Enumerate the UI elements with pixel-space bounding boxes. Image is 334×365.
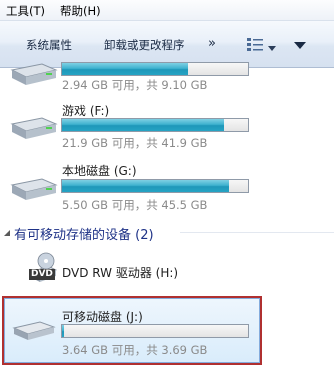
- drive-name: 可移动磁盘 (J:): [62, 310, 143, 324]
- collapse-triangle-icon[interactable]: [3, 226, 11, 240]
- drive-usage-bar: [61, 62, 249, 76]
- drive-usage-fill: [62, 180, 230, 192]
- section-divider: [180, 232, 334, 233]
- drive-usage-bar: [61, 179, 249, 193]
- drive-space-text: 21.9 GB 可用，共 41.9 GB: [62, 136, 208, 150]
- more-commands-button[interactable]: »: [208, 36, 216, 51]
- command-bar: 系统属性 卸载或更改程序 »: [0, 21, 334, 68]
- hard-drive-icon: [8, 116, 58, 145]
- system-properties-button[interactable]: 系统属性: [26, 37, 72, 53]
- hard-drive-icon: [8, 177, 58, 206]
- drive-usage-fill: [62, 325, 64, 337]
- section-header-removable[interactable]: 有可移动存储的设备 (2): [14, 224, 154, 243]
- hard-drive-icon: [8, 62, 58, 91]
- drive-name: DVD RW 驱动器 (H:): [62, 266, 179, 280]
- menu-bar: 工具(T) 帮助(H): [0, 0, 334, 21]
- drive-name: 本地磁盘 (G:): [62, 164, 137, 178]
- menu-tools[interactable]: 工具(T): [6, 3, 45, 19]
- view-options-icon[interactable]: [246, 36, 264, 55]
- removable-disk-icon: [12, 320, 56, 345]
- drive-space-text: 5.50 GB 可用，共 45.5 GB: [62, 198, 208, 212]
- drive-usage-fill: [62, 119, 224, 131]
- drive-name: 游戏 (F:): [62, 104, 110, 118]
- uninstall-program-button[interactable]: 卸载或更改程序: [104, 37, 185, 53]
- drive-space-text: 2.94 GB 可用，共 9.10 GB: [62, 78, 208, 92]
- drive-usage-bar: [61, 118, 249, 132]
- drive-usage-bar: [61, 324, 249, 338]
- drive-space-text: 3.64 GB 可用，共 3.69 GB: [62, 343, 208, 357]
- view-dropdown-icon[interactable]: [268, 41, 276, 55]
- menu-help[interactable]: 帮助(H): [60, 3, 101, 19]
- dvd-badge: DVD: [29, 269, 55, 280]
- preview-pane-dropdown-icon[interactable]: [294, 39, 306, 53]
- drive-usage-fill: [62, 63, 189, 75]
